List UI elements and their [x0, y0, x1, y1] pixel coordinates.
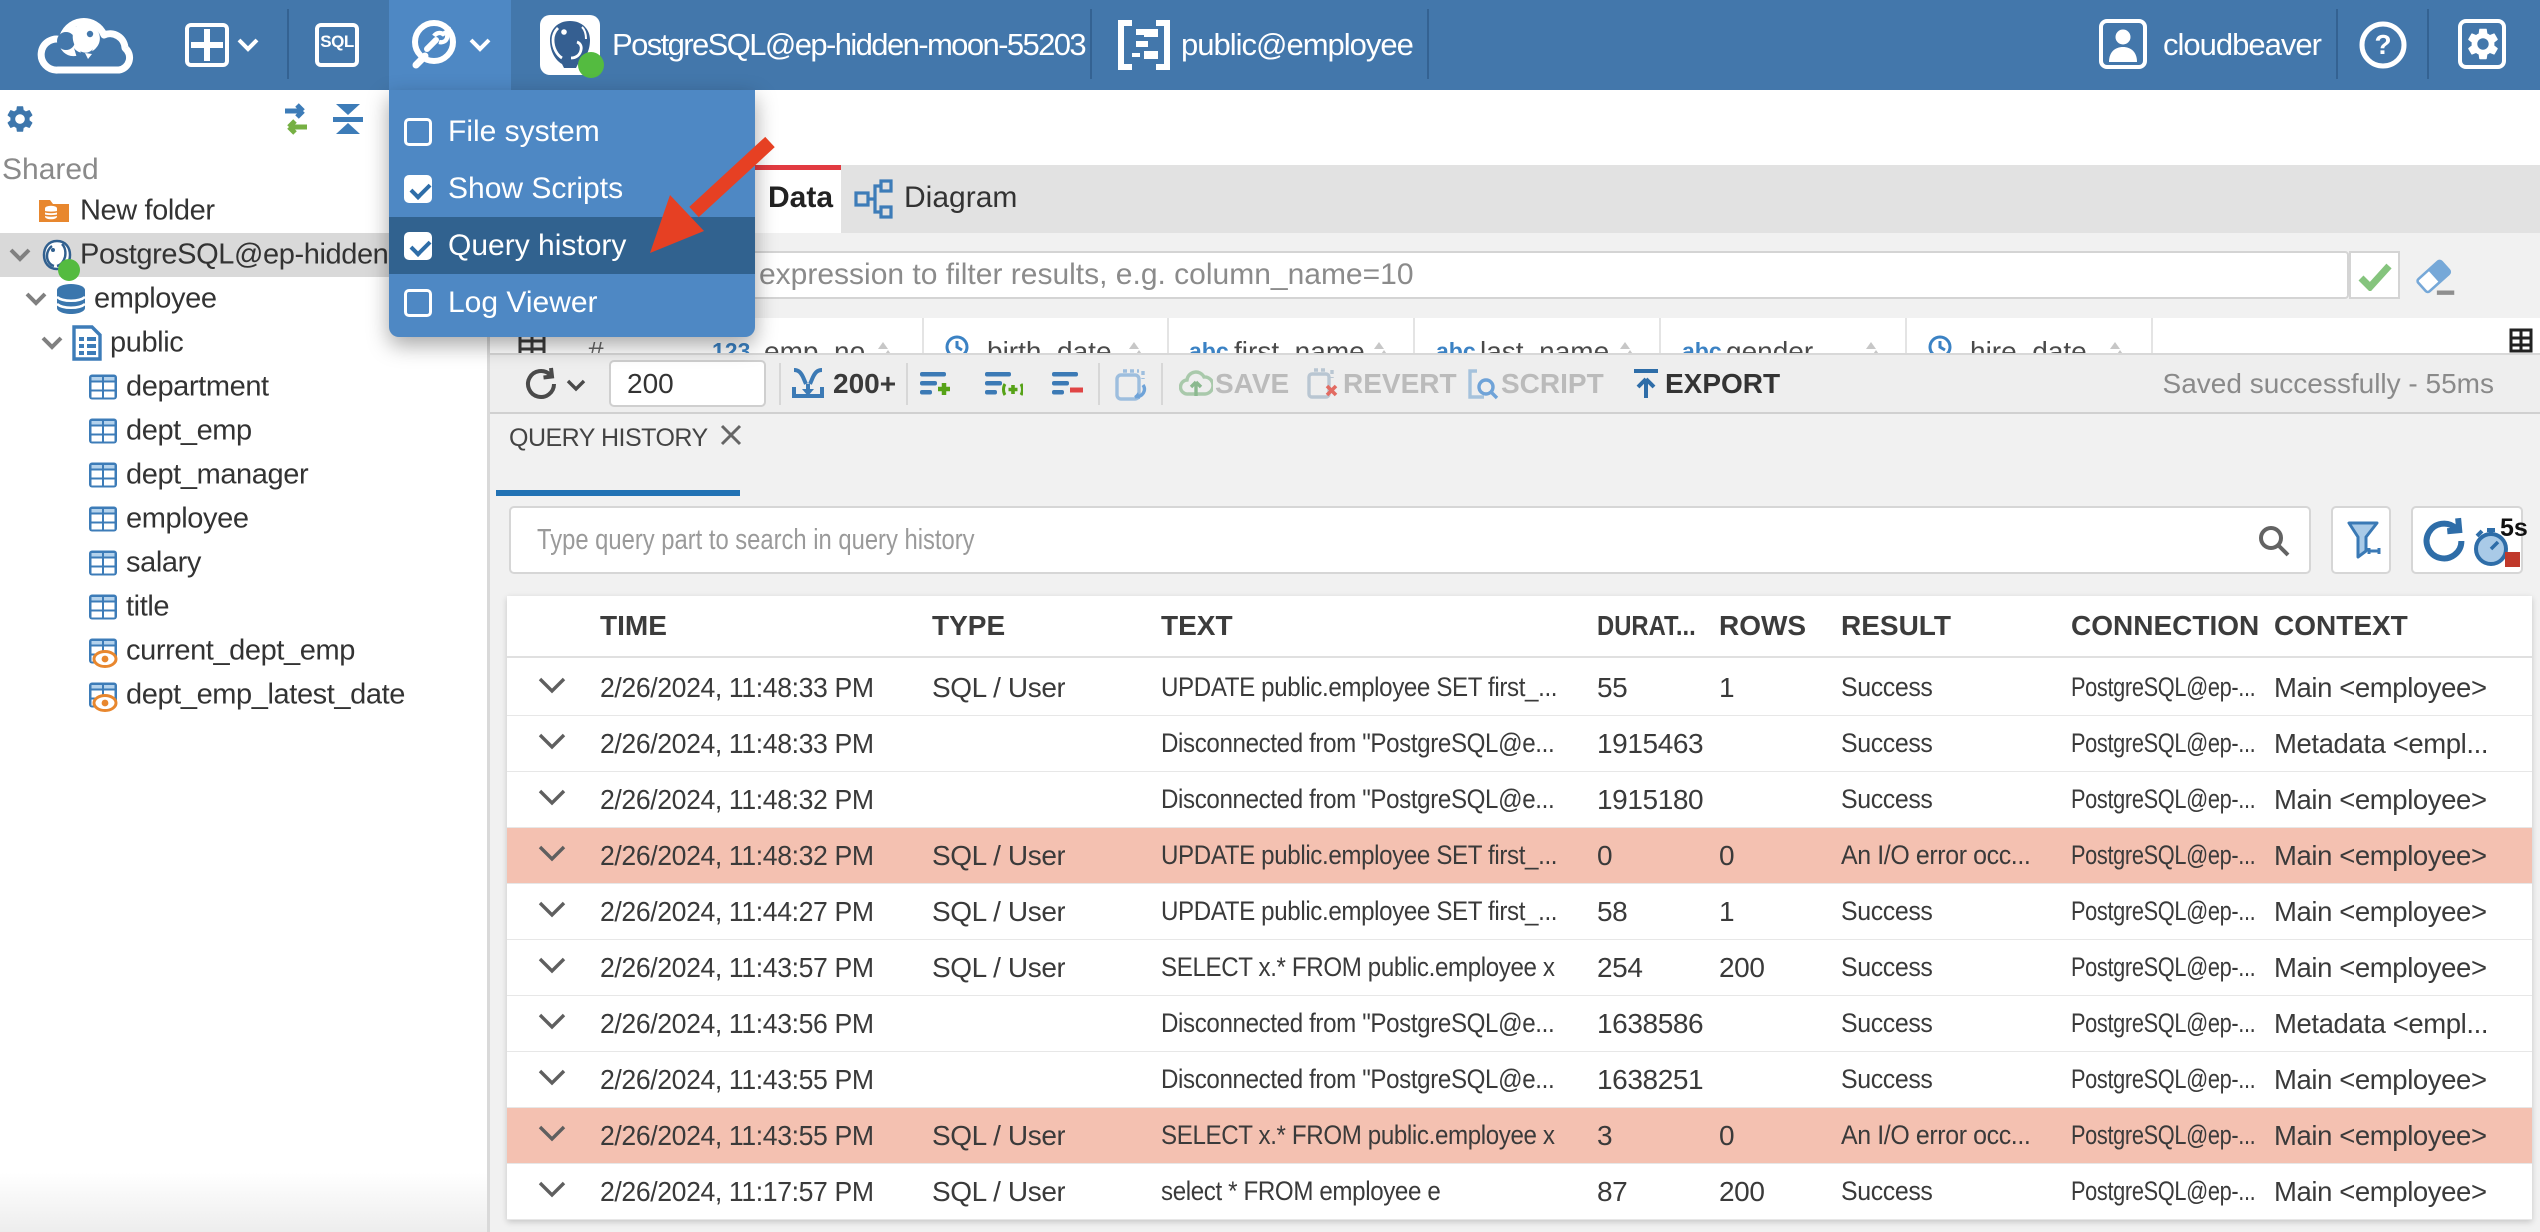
svg-text:?: ?	[2374, 29, 2391, 60]
svg-text:5s: 5s	[2500, 514, 2528, 542]
